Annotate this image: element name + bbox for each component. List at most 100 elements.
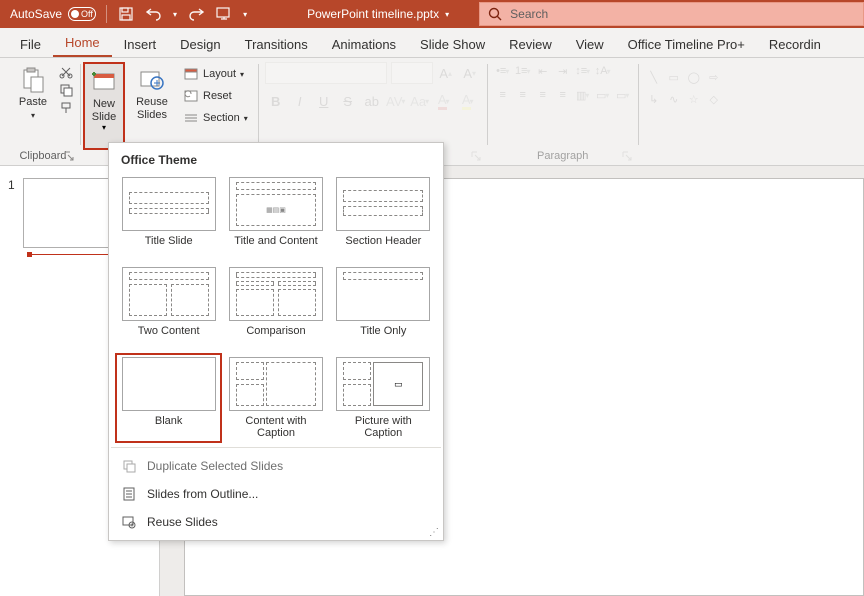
menu-duplicate-slides: Duplicate Selected Slides	[109, 452, 443, 480]
shape-line-icon[interactable]: ╲	[645, 68, 663, 86]
group-label-paragraph: Paragraph	[494, 150, 632, 165]
decrease-indent-icon[interactable]: ⇤	[534, 62, 552, 80]
strikethrough-button[interactable]: S	[337, 90, 359, 112]
tab-file[interactable]: File	[8, 31, 53, 57]
start-from-beginning-icon[interactable]	[215, 5, 233, 23]
decrease-font-icon[interactable]: A▾	[459, 62, 481, 84]
shape-oval-icon[interactable]: ◯	[685, 68, 703, 86]
change-case-button[interactable]: Aa▾	[409, 90, 431, 112]
reuse-slides-icon	[138, 66, 166, 94]
cut-icon[interactable]	[58, 64, 74, 80]
layout-title-slide[interactable]: Title Slide	[115, 173, 222, 263]
new-slide-gallery: Office Theme Title Slide ▦▤▣ Title and C…	[108, 142, 444, 541]
text-direction-icon[interactable]: ↕A▾	[594, 62, 612, 80]
align-text-icon[interactable]: ▭▾	[594, 86, 612, 104]
text-shadow-button[interactable]: ab	[361, 90, 383, 112]
bullets-icon[interactable]: •≡▾	[494, 62, 512, 80]
qat-customize-icon[interactable]: ▾	[243, 10, 247, 19]
search-box[interactable]: Search	[479, 2, 864, 26]
undo-icon[interactable]	[145, 5, 163, 23]
char-spacing-button[interactable]: AV▾	[385, 90, 407, 112]
outline-icon	[121, 486, 137, 502]
group-paragraph: •≡▾ 1≡▾ ⇤ ⇥ ↕≡▾ ↕A▾ ≡ ≡ ≡ ≡ ▥▾ ▭▾ ▭▾ Par…	[488, 58, 638, 165]
shape-freeform-icon[interactable]: ☆	[685, 90, 703, 108]
underline-button[interactable]: U	[313, 90, 335, 112]
align-right-icon[interactable]: ≡	[534, 86, 552, 104]
paste-button[interactable]: Paste▾	[12, 62, 54, 150]
save-icon[interactable]	[117, 5, 135, 23]
tab-slide-show[interactable]: Slide Show	[408, 31, 497, 57]
paragraph-launcher-icon[interactable]	[622, 150, 634, 162]
tab-transitions[interactable]: Transitions	[233, 31, 320, 57]
reset-button[interactable]: Reset	[179, 86, 252, 106]
gallery-title: Office Theme	[109, 143, 443, 173]
paste-icon	[19, 66, 47, 94]
menu-slides-from-outline[interactable]: Slides from Outline...	[109, 480, 443, 508]
copy-icon[interactable]	[58, 82, 74, 98]
numbering-icon[interactable]: 1≡▾	[514, 62, 532, 80]
format-painter-icon[interactable]	[58, 100, 74, 116]
tab-office-timeline[interactable]: Office Timeline Pro+	[616, 31, 757, 57]
duplicate-icon	[121, 458, 137, 474]
increase-indent-icon[interactable]: ⇥	[554, 62, 572, 80]
group-clipboard: Paste▾ Clipboard	[6, 58, 80, 165]
quick-access-toolbar: ▾ ▾	[107, 5, 257, 23]
layout-button[interactable]: Layout ▾	[179, 64, 252, 84]
shape-callout-icon[interactable]: ◇	[705, 90, 723, 108]
layout-blank[interactable]: Blank	[115, 353, 222, 443]
new-slide-button[interactable]: New Slide ▾	[83, 62, 125, 150]
resize-grip-icon[interactable]: ⋰	[429, 527, 439, 538]
font-launcher-icon[interactable]	[471, 150, 483, 162]
autosave-toggle[interactable]: AutoSave Off	[0, 7, 106, 21]
reuse-icon	[121, 514, 137, 530]
align-left-icon[interactable]: ≡	[494, 86, 512, 104]
tab-animations[interactable]: Animations	[320, 31, 408, 57]
shape-rect-icon[interactable]: ▭	[665, 68, 683, 86]
layout-two-content[interactable]: Two Content	[115, 263, 222, 353]
clipboard-launcher-icon[interactable]	[64, 150, 76, 162]
shape-connector-icon[interactable]: ↳	[645, 90, 663, 108]
ribbon-tabs: File Home Insert Design Transitions Anim…	[0, 28, 864, 58]
slide-number: 1	[8, 178, 15, 192]
layout-icon	[183, 66, 199, 82]
section-button[interactable]: Section ▾	[179, 108, 252, 128]
tab-recording[interactable]: Recordin	[757, 31, 833, 57]
font-name-combo[interactable]	[265, 62, 387, 84]
autosave-label: AutoSave	[10, 7, 62, 21]
tab-view[interactable]: View	[564, 31, 616, 57]
layout-content-with-caption[interactable]: Content with Caption	[222, 353, 329, 443]
highlight-button[interactable]: A▾	[457, 90, 479, 112]
title-bar: AutoSave Off ▾ ▾ PowerPoint timeline.ppt…	[0, 0, 864, 28]
bold-button[interactable]: B	[265, 90, 287, 112]
layout-title-and-content[interactable]: ▦▤▣ Title and Content	[222, 173, 329, 263]
section-icon	[183, 110, 199, 126]
tab-insert[interactable]: Insert	[112, 31, 169, 57]
reuse-slides-button[interactable]: Reuse Slides	[129, 62, 175, 150]
increase-font-icon[interactable]: A▴	[435, 62, 457, 84]
justify-icon[interactable]: ≡	[554, 86, 572, 104]
tab-design[interactable]: Design	[168, 31, 232, 57]
layout-section-header[interactable]: Section Header	[330, 173, 437, 263]
font-size-combo[interactable]	[391, 62, 433, 84]
menu-reuse-slides[interactable]: Reuse Slides	[109, 508, 443, 536]
group-drawing: ╲ ▭ ◯ ⇨ ↳ ∿ ☆ ◇	[639, 58, 729, 165]
layout-comparison[interactable]: Comparison	[222, 263, 329, 353]
font-color-button[interactable]: A▾	[433, 90, 455, 112]
shape-curve-icon[interactable]: ∿	[665, 90, 683, 108]
undo-dropdown-icon[interactable]: ▾	[173, 10, 177, 19]
toggle-switch-icon: Off	[68, 7, 96, 21]
tab-home[interactable]: Home	[53, 29, 112, 57]
layout-picture-with-caption[interactable]: ▭ Picture with Caption	[330, 353, 437, 443]
layout-title-only[interactable]: Title Only	[330, 263, 437, 353]
title-dropdown-icon[interactable]: ▾	[445, 10, 449, 19]
italic-button[interactable]: I	[289, 90, 311, 112]
search-placeholder: Search	[510, 7, 548, 21]
align-center-icon[interactable]: ≡	[514, 86, 532, 104]
smartart-icon[interactable]: ▭▾	[614, 86, 632, 104]
line-spacing-icon[interactable]: ↕≡▾	[574, 62, 592, 80]
tab-review[interactable]: Review	[497, 31, 564, 57]
redo-icon[interactable]	[187, 5, 205, 23]
new-slide-icon	[90, 68, 118, 96]
columns-icon[interactable]: ▥▾	[574, 86, 592, 104]
shape-arrow-icon[interactable]: ⇨	[705, 68, 723, 86]
